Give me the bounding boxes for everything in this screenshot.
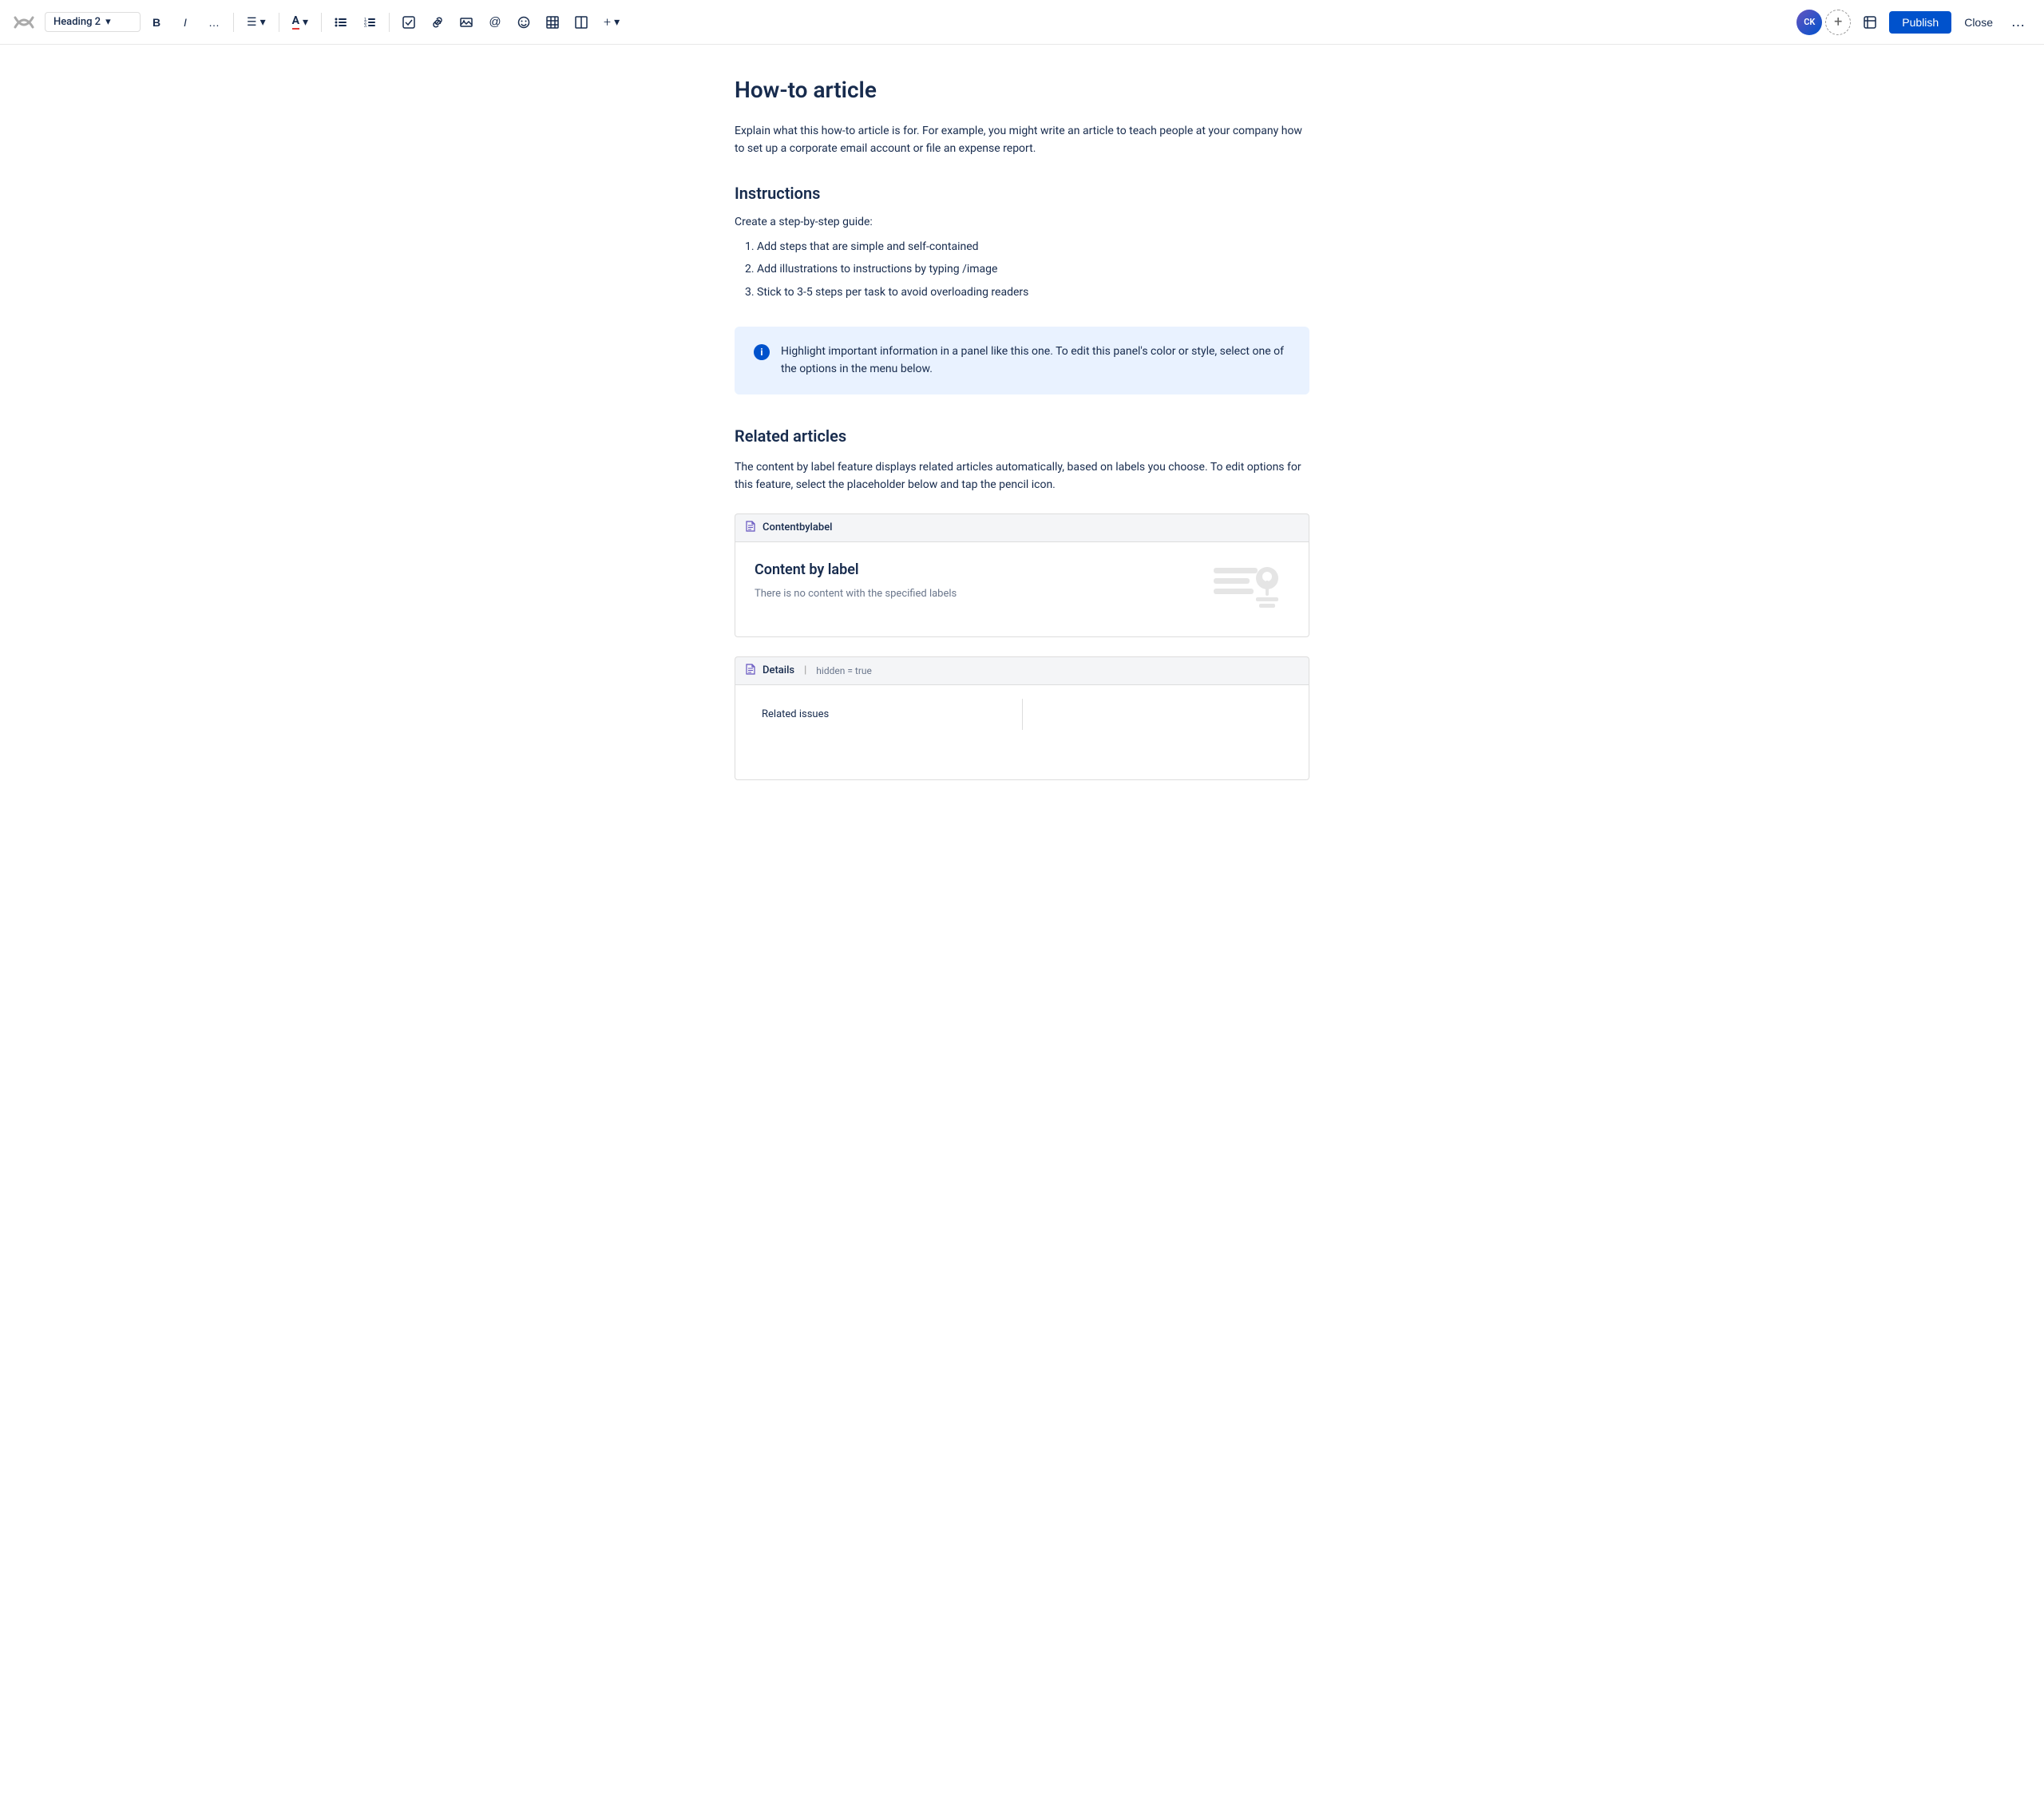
- related-articles-intro[interactable]: The content by label feature displays re…: [735, 458, 1309, 494]
- content-area: How-to article Explain what this how-to …: [719, 45, 1325, 863]
- step-intro[interactable]: Create a step-by-step guide:: [735, 216, 1309, 228]
- text-align-dropdown[interactable]: ☰ ▾: [240, 13, 272, 32]
- font-color-a-label: A: [292, 14, 299, 30]
- contentbylabel-macro-header[interactable]: Contentbylabel: [735, 513, 1309, 541]
- font-color-chevron-icon: ▾: [303, 16, 308, 29]
- toolbar: Heading 2 ▾ B I … ☰ ▾ A ▾ 1. 2.: [0, 0, 2044, 45]
- details-macro-wrapper: Details | hidden = true Related issues: [735, 656, 1309, 780]
- table-button[interactable]: [540, 10, 565, 35]
- article-title[interactable]: How-to article: [735, 77, 1309, 103]
- info-panel[interactable]: i Highlight important information in a p…: [735, 327, 1309, 394]
- details-macro-header[interactable]: Details | hidden = true: [735, 656, 1309, 684]
- article-intro[interactable]: Explain what this how-to article is for.…: [735, 122, 1309, 158]
- add-collaborator-button[interactable]: +: [1825, 10, 1851, 35]
- avatar-initials: CK: [1804, 17, 1815, 27]
- bullet-list-button[interactable]: [328, 10, 354, 35]
- mention-button[interactable]: @: [482, 10, 508, 35]
- details-document-icon: [745, 664, 756, 678]
- align-icon: ☰: [247, 16, 257, 29]
- toolbar-divider-3: [321, 13, 322, 32]
- insert-chevron-icon: ▾: [614, 16, 620, 29]
- related-articles-heading[interactable]: Related articles: [735, 426, 1309, 446]
- table-row[interactable]: Related issues: [749, 698, 1296, 730]
- heading-style-dropdown[interactable]: Heading 2 ▾: [45, 12, 141, 32]
- contentbylabel-macro-wrapper: Contentbylabel Content by label There is…: [735, 513, 1309, 637]
- version-history-button[interactable]: [1857, 10, 1883, 35]
- instructions-heading[interactable]: Instructions: [735, 184, 1309, 203]
- bold-button[interactable]: B: [144, 10, 169, 35]
- list-item[interactable]: Add illustrations to instructions by typ…: [757, 260, 1309, 278]
- details-macro-meta: hidden = true: [816, 665, 872, 676]
- emoji-button[interactable]: [511, 10, 537, 35]
- more-options-button[interactable]: …: [2006, 10, 2031, 35]
- svg-text:3.: 3.: [364, 24, 367, 29]
- image-button[interactable]: [454, 10, 479, 35]
- toolbar-right: CK + Publish Close …: [1796, 10, 2031, 35]
- macro-document-icon: [745, 521, 756, 535]
- info-icon: i: [754, 344, 770, 360]
- table-cell-value[interactable]: [1022, 698, 1296, 730]
- heading-style-label: Heading 2: [53, 16, 101, 28]
- layout-button[interactable]: [568, 10, 594, 35]
- confluence-logo: [13, 11, 35, 34]
- toolbar-divider-1: [233, 13, 234, 32]
- more-options-icon: …: [2011, 14, 2026, 30]
- italic-button[interactable]: I: [172, 10, 198, 35]
- details-table: Related issues: [748, 698, 1296, 731]
- more-formatting-button[interactable]: …: [201, 10, 227, 35]
- task-button[interactable]: [396, 10, 422, 35]
- details-macro-body[interactable]: Related issues: [735, 684, 1309, 780]
- link-button[interactable]: [425, 10, 450, 35]
- insert-plus-icon: +: [604, 14, 611, 30]
- add-collaborator-icon: +: [1834, 14, 1842, 30]
- list-item[interactable]: Stick to 3-5 steps per task to avoid ove…: [757, 283, 1309, 301]
- contentbylabel-macro-body[interactable]: Content by label There is no content wit…: [735, 541, 1309, 637]
- close-button[interactable]: Close: [1958, 11, 1999, 34]
- list-item[interactable]: Add steps that are simple and self-conta…: [757, 238, 1309, 256]
- steps-list: Add steps that are simple and self-conta…: [735, 238, 1309, 301]
- info-panel-text: Highlight important information in a pan…: [781, 343, 1290, 379]
- publish-button[interactable]: Publish: [1889, 11, 1951, 34]
- avatar: CK: [1796, 10, 1822, 35]
- no-content-illustration: [1210, 556, 1289, 623]
- details-macro-name: Details: [763, 664, 794, 676]
- font-color-dropdown[interactable]: A ▾: [286, 11, 315, 33]
- align-chevron-icon: ▾: [260, 16, 266, 29]
- table-cell-label: Related issues: [749, 698, 1023, 730]
- insert-dropdown[interactable]: + ▾: [597, 11, 626, 33]
- heading-chevron-icon: ▾: [105, 16, 111, 28]
- numbered-list-button[interactable]: 1. 2. 3.: [357, 10, 382, 35]
- collaborators-group: CK +: [1796, 10, 1851, 35]
- contentbylabel-macro-name: Contentbylabel: [763, 521, 832, 533]
- toolbar-divider-4: [389, 13, 390, 32]
